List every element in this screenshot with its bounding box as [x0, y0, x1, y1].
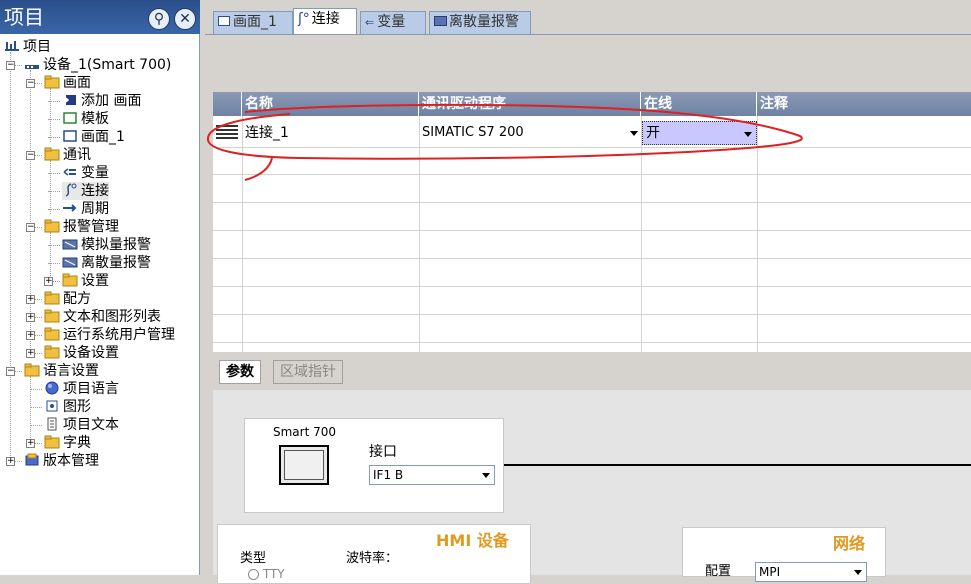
subtab-area-pointers[interactable]: 区域指针	[273, 360, 343, 384]
interface-label: 接口	[369, 444, 397, 460]
subtab-parameters[interactable]: 参数	[219, 360, 261, 384]
network-line	[504, 464, 971, 466]
hmi-device-title: HMI 设备	[436, 531, 509, 550]
profile-value: MPI	[759, 565, 781, 579]
chevron-down-icon	[854, 570, 862, 575]
network-title: 网络	[833, 534, 866, 553]
tty-label: TTY	[262, 567, 285, 581]
type-option-tty[interactable]: TTY	[248, 567, 285, 581]
profile-select[interactable]: MPI	[755, 562, 867, 582]
device-box: Smart 700 接口 IF1 B	[244, 418, 504, 513]
interface-value: IF1 B	[373, 468, 404, 482]
interface-select[interactable]: IF1 B	[369, 465, 495, 485]
network-settings: 网络 配置 MPI	[682, 527, 886, 582]
device-name: Smart 700	[273, 425, 337, 439]
profile-label: 配置	[705, 564, 732, 579]
type-label: 类型	[240, 551, 267, 566]
baud-rate-label: 波特率：	[346, 551, 399, 566]
hmi-device-icon	[279, 445, 329, 485]
chevron-down-icon	[482, 473, 490, 478]
hmi-device-settings: HMI 设备 类型 波特率： TTY	[217, 524, 531, 584]
properties-area: 参数 区域指针 Smart 700 接口 IF1 B HMI 设备 类型 波特率…	[213, 352, 971, 584]
